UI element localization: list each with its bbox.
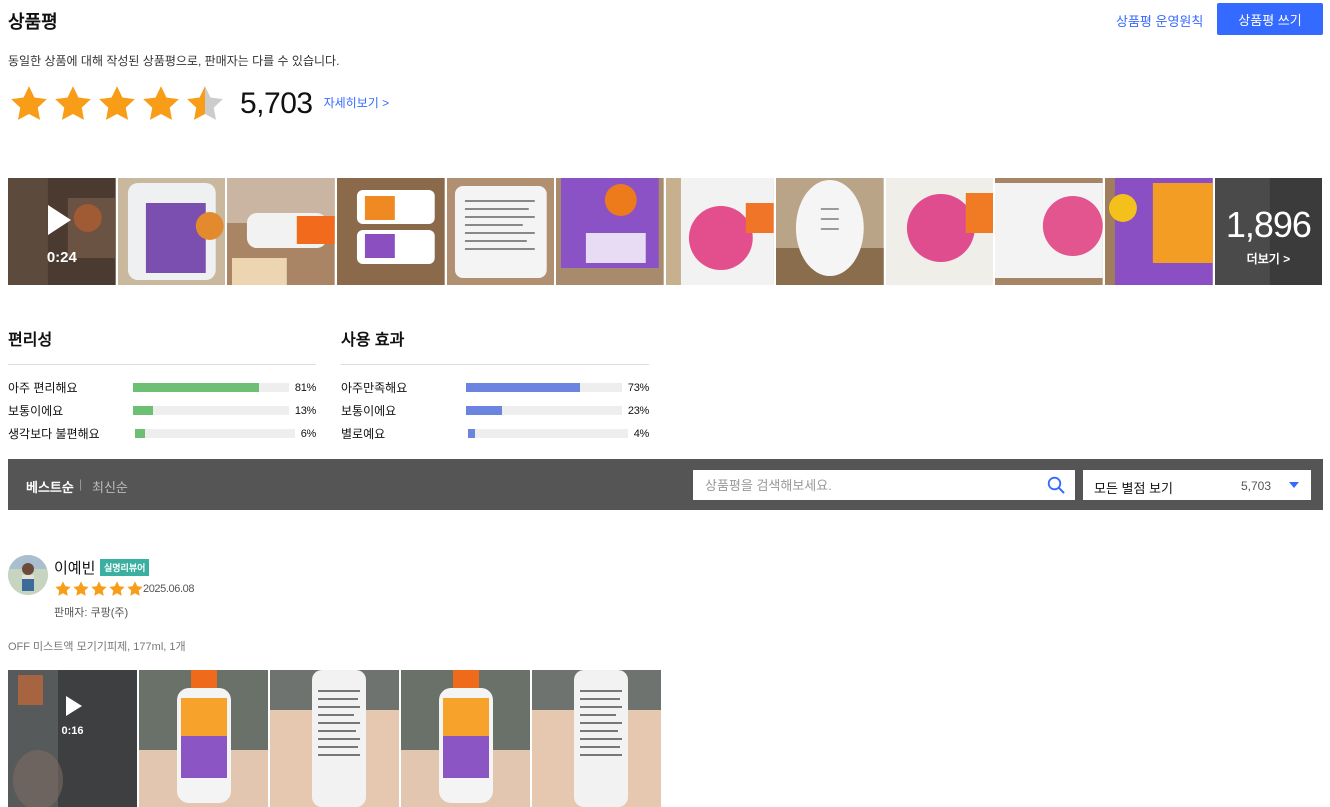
rating-detail-link[interactable]: 자세히보기 > <box>324 94 390 111</box>
survey-option-label: 보통이에요 <box>8 404 64 418</box>
review-photo[interactable] <box>401 670 530 807</box>
chevron-down-icon <box>1289 482 1299 488</box>
review-photos: 0:16 <box>8 670 661 807</box>
review-video-thumb[interactable]: 0:16 <box>8 670 137 807</box>
survey-progress-bar <box>465 406 622 415</box>
photo-count: 1,896 <box>1225 204 1312 245</box>
notice-text: 동일한 상품에 대해 작성된 상품평으로, 판매자는 다를 수 있습니다. <box>8 54 340 68</box>
survey-row: 아주 편리해요 81% <box>8 376 316 399</box>
survey-percent: 23% <box>627 404 649 417</box>
reviewer-name: 이예빈 <box>54 560 96 577</box>
video-duration: 0:16 <box>61 725 84 737</box>
survey-row: 아주만족해요 73% <box>341 376 649 399</box>
review-seller: 판매자: 쿠팡(주) <box>54 607 129 619</box>
review-date: 2025.06.08 <box>143 583 195 595</box>
write-review-button[interactable]: 상품평 쓰기 <box>1217 3 1323 35</box>
survey-progress-fill <box>468 429 475 438</box>
survey-progress-fill <box>465 383 580 392</box>
survey-effect: 사용 효과 아주만족해요 73% 보통이에요 23% 별로예요 4% <box>341 326 649 445</box>
star-icon <box>55 581 71 596</box>
review-photo[interactable] <box>270 670 399 807</box>
page-title: 상품평 <box>8 12 58 32</box>
star-filter-label: 모든 별점 보기 <box>1094 481 1173 496</box>
survey-row: 생각보다 불편해요 6% <box>8 422 316 445</box>
survey-progress-bar <box>135 429 295 438</box>
star-icon <box>73 581 89 596</box>
survey-row: 별로예요 4% <box>341 422 649 445</box>
survey-progress-fill <box>132 383 260 392</box>
survey-percent: 73% <box>627 381 649 394</box>
star-icon <box>127 581 143 596</box>
survey-percent: 4% <box>633 427 650 440</box>
gallery-photo[interactable] <box>775 178 884 285</box>
gallery-more-thumb[interactable]: 1,896 더보기 > <box>1214 178 1323 285</box>
survey-option-label: 생각보다 불편해요 <box>8 427 100 441</box>
rating-stars <box>8 83 226 125</box>
gallery-photo[interactable] <box>885 178 994 285</box>
star-icon <box>55 86 91 120</box>
play-icon <box>66 696 82 716</box>
star-filter-count: 5,703 <box>1240 479 1271 493</box>
survey-option-label: 아주 편리해요 <box>8 381 78 395</box>
review-filter-bar: 베스트순 | 최신순 모든 별점 보기 5,703 <box>8 459 1323 510</box>
survey-option-label: 아주만족해요 <box>341 381 408 395</box>
review-search-input[interactable] <box>693 470 1033 500</box>
survey-progress-fill <box>135 429 145 438</box>
survey-percent: 81% <box>294 381 316 394</box>
survey-progress-bar <box>132 406 289 415</box>
review-count: 5,703 <box>240 87 313 120</box>
sort-best-tab[interactable]: 베스트순 <box>26 477 74 496</box>
survey-row: 보통이에요 23% <box>341 399 649 422</box>
video-duration: 0:24 <box>46 249 77 266</box>
survey-option-label: 별로예요 <box>341 427 386 441</box>
survey-progress-bar <box>132 383 289 392</box>
survey-row: 보통이에요 13% <box>8 399 316 422</box>
gallery-photo[interactable] <box>556 178 665 285</box>
star-icon <box>11 86 47 120</box>
star-icon <box>187 86 223 120</box>
survey-progress-bar <box>468 429 628 438</box>
gallery-photo[interactable] <box>337 178 445 285</box>
star-icon <box>99 86 135 120</box>
avatar[interactable] <box>8 555 48 595</box>
more-photos-link[interactable]: 더보기 > <box>1215 250 1323 267</box>
survey-percent: 13% <box>294 404 316 417</box>
survey-progress-bar <box>465 383 622 392</box>
survey-option-label: 보통이에요 <box>341 404 397 418</box>
gallery-video-thumb[interactable]: 0:24 <box>8 178 116 285</box>
search-icon[interactable] <box>1047 476 1065 494</box>
real-name-reviewer-badge: 실명리뷰어 <box>100 559 150 576</box>
rating-summary: 5,703 자세히보기 > <box>8 82 389 126</box>
review-policy-link[interactable]: 상품평 운영원칙 <box>1116 11 1203 30</box>
survey-convenience: 편리성 아주 편리해요 81% 보통이에요 13% 생각보다 불편해요 6% <box>8 326 316 445</box>
review-photo[interactable] <box>532 670 661 807</box>
sort-newest-tab[interactable]: 최신순 <box>92 477 128 496</box>
gallery-photo[interactable] <box>227 178 336 285</box>
survey-progress-fill <box>465 406 502 415</box>
survey-percent: 6% <box>300 427 317 440</box>
review-search-box <box>693 470 1075 500</box>
gallery-photo[interactable] <box>995 178 1103 285</box>
play-icon <box>48 205 71 235</box>
review-photo[interactable] <box>139 670 268 807</box>
survey-title: 편리성 <box>8 326 316 365</box>
star-icon <box>143 86 179 120</box>
survey-progress-fill <box>132 406 154 415</box>
star-icon <box>109 581 125 596</box>
star-icon <box>91 581 107 596</box>
review-product-name: OFF 미스트액 모기기피제, 177ml, 1개 <box>8 641 186 653</box>
photo-gallery: 0:24 1,896 더보기 > <box>8 178 1323 285</box>
gallery-photo[interactable] <box>117 178 226 285</box>
review-rating-stars <box>54 580 144 598</box>
gallery-photo[interactable] <box>446 178 555 285</box>
sort-separator: | <box>79 477 83 491</box>
gallery-photo[interactable] <box>1104 178 1213 285</box>
survey-title: 사용 효과 <box>341 326 649 365</box>
gallery-photo[interactable] <box>666 178 774 285</box>
star-filter-dropdown[interactable]: 모든 별점 보기 5,703 <box>1083 470 1311 500</box>
